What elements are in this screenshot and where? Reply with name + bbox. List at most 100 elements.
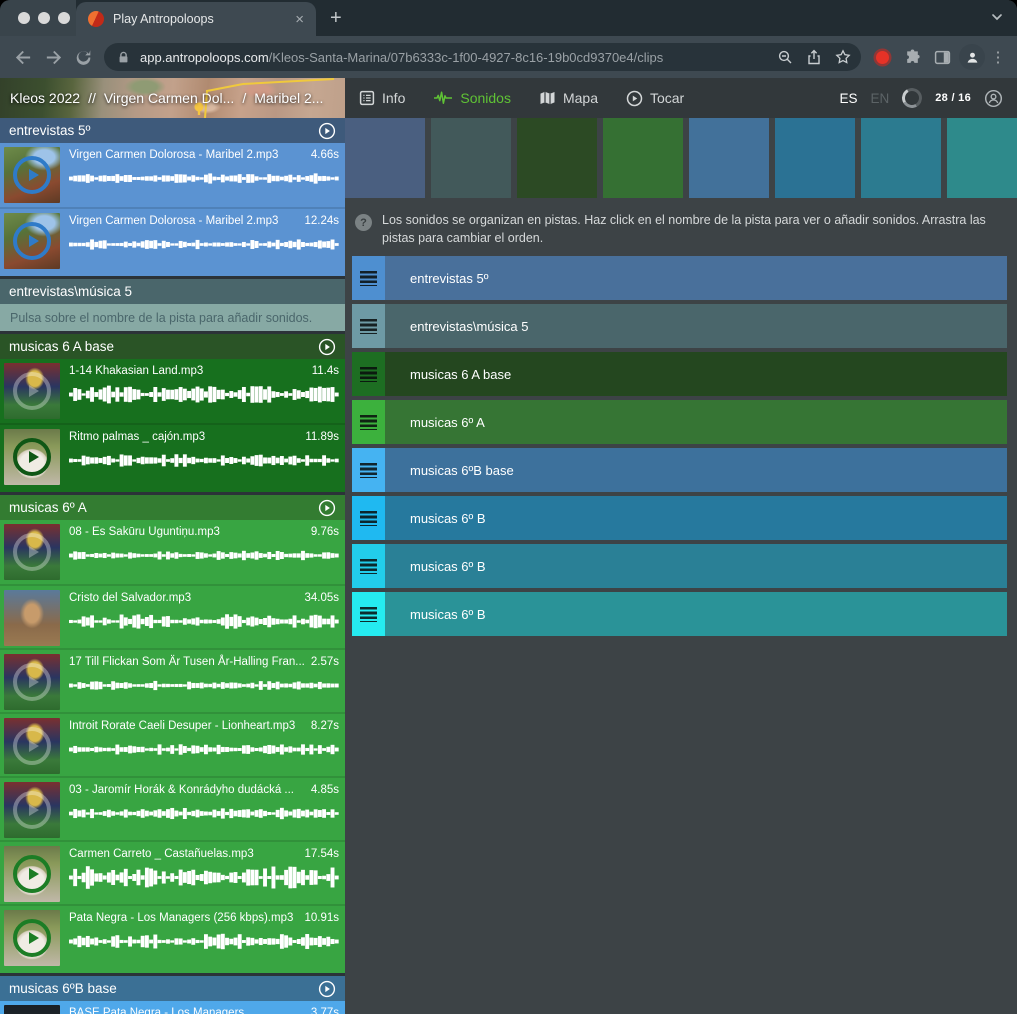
language-en[interactable]: EN [870, 91, 889, 106]
minimize-window-button[interactable] [38, 12, 50, 24]
breadcrumb-group[interactable]: Virgen Carmen Dol... [104, 90, 234, 106]
tab-mapa[interactable]: Mapa [539, 90, 598, 106]
track-name[interactable]: musicas 6º A [385, 400, 1007, 444]
track-name[interactable]: entrevistas 5º [385, 256, 1007, 300]
track-color-swatch[interactable] [947, 118, 1017, 198]
track-row[interactable]: musicas 6ºB base [352, 448, 1007, 492]
clip-play-button[interactable] [13, 727, 51, 765]
track-row[interactable]: musicas 6º B [352, 592, 1007, 636]
play-track-button[interactable] [318, 499, 336, 517]
track-name[interactable]: musicas 6ºB base [385, 448, 1007, 492]
site-favicon-icon [88, 11, 104, 27]
clip-play-button[interactable] [13, 663, 51, 701]
profile-avatar[interactable] [957, 42, 987, 72]
clip-play-button[interactable] [13, 438, 51, 476]
track-section-header[interactable]: musicas 6 A base [0, 334, 345, 359]
clip-item[interactable]: Virgen Carmen Dolorosa - Maribel 2.mp312… [0, 207, 345, 271]
clip-play-button[interactable] [13, 156, 51, 194]
track-drag-handle[interactable] [352, 592, 385, 636]
track-drag-handle[interactable] [352, 544, 385, 588]
track-name[interactable]: entrevistas\música 5 [385, 304, 1007, 348]
play-track-button[interactable] [318, 980, 336, 998]
track-color-swatch[interactable] [689, 118, 769, 198]
track-color-swatch[interactable] [861, 118, 941, 198]
track-drag-handle[interactable] [352, 400, 385, 444]
clip-play-button[interactable] [13, 372, 51, 410]
clip-item[interactable]: Virgen Carmen Dolorosa - Maribel 2.mp34.… [0, 143, 345, 207]
track-section-header[interactable]: entrevistas\música 5 [0, 279, 345, 304]
tab-close-icon[interactable]: × [295, 12, 304, 27]
track-drag-handle[interactable] [352, 496, 385, 540]
breadcrumb[interactable]: Kleos 2022 // Virgen Carmen Dol... / Mar… [0, 78, 345, 118]
dog-photo-thumbnail [4, 429, 60, 485]
side-panel-icon[interactable] [927, 42, 957, 72]
track-row[interactable]: musicas 6 A base [352, 352, 1007, 396]
track-row[interactable]: entrevistas\música 5 [352, 304, 1007, 348]
clip-waveform [69, 930, 339, 953]
close-window-button[interactable] [18, 12, 30, 24]
track-name[interactable]: musicas 6 A base [385, 352, 1007, 396]
browser-menu-icon[interactable]: ⋮ [987, 42, 1009, 72]
track-name[interactable]: musicas 6º B [385, 544, 1007, 588]
track-color-swatch[interactable] [603, 118, 683, 198]
clip-item[interactable]: 17 Till Flickan Som Är Tusen År-Halling … [0, 648, 345, 712]
breadcrumb-item[interactable]: Maribel 2... [254, 90, 323, 106]
track-section-header[interactable]: musicas 6º A [0, 495, 345, 520]
account-icon[interactable] [984, 89, 1003, 108]
play-track-button[interactable] [318, 122, 336, 140]
clip-item[interactable]: Cristo del Salvador.mp334.05s [0, 584, 345, 648]
browser-tab[interactable]: Play Antropoloops × [76, 2, 316, 36]
track-color-swatch[interactable] [431, 118, 511, 198]
track-color-swatch[interactable] [517, 118, 597, 198]
track-section-header[interactable]: entrevistas 5º [0, 118, 345, 143]
track-drag-handle[interactable] [352, 352, 385, 396]
play-track-button[interactable] [318, 338, 336, 356]
clip-body: Cristo del Salvador.mp334.05s [69, 590, 339, 648]
tab-sonidos[interactable]: Sonidos [433, 90, 511, 106]
football-photo-thumbnail [4, 363, 60, 419]
url-bar[interactable]: app.antropoloops.com/Kleos-Santa-Marina/… [104, 43, 861, 71]
track-name[interactable]: musicas 6º B [385, 496, 1007, 540]
track-drag-handle[interactable] [352, 304, 385, 348]
reload-icon[interactable] [68, 42, 98, 72]
clip-play-button[interactable] [13, 919, 51, 957]
clip-item[interactable]: 1-14 Khakasian Land.mp311.4s [0, 359, 345, 423]
bookmark-star-icon[interactable] [835, 49, 851, 65]
tab-tocar[interactable]: Tocar [626, 90, 684, 107]
clip-body: Introit Rorate Caeli Desuper - Lionheart… [69, 718, 339, 776]
clip-item[interactable]: 08 - Es Sakūru Uguntiņu.mp39.76s [0, 520, 345, 584]
track-name[interactable]: musicas 6º B [385, 592, 1007, 636]
track-color-swatch[interactable] [345, 118, 425, 198]
track-row[interactable]: entrevistas 5º [352, 256, 1007, 300]
clip-item[interactable]: Pata Negra - Los Managers (256 kbps).mp3… [0, 904, 345, 968]
clip-play-button[interactable] [13, 791, 51, 829]
new-tab-button[interactable]: + [330, 0, 342, 36]
forward-icon[interactable] [38, 42, 68, 72]
clip-item[interactable]: BASE Pata Negra - Los Managers3.77s [0, 1001, 345, 1014]
record-extension-icon[interactable] [867, 42, 897, 72]
clip-item[interactable]: Introit Rorate Caeli Desuper - Lionheart… [0, 712, 345, 776]
back-icon[interactable] [8, 42, 38, 72]
track-drag-handle[interactable] [352, 256, 385, 300]
tab-info[interactable]: Info [359, 90, 405, 106]
share-icon[interactable] [806, 49, 822, 65]
clip-item[interactable]: Ritmo palmas _ cajón.mp311.89s [0, 423, 345, 487]
track-row[interactable]: musicas 6º B [352, 496, 1007, 540]
clip-play-button[interactable] [13, 855, 51, 893]
track-row[interactable]: musicas 6º B [352, 544, 1007, 588]
zoom-out-icon[interactable] [777, 49, 793, 65]
track-drag-handle[interactable] [352, 448, 385, 492]
language-es[interactable]: ES [839, 91, 857, 106]
track-row[interactable]: musicas 6º A [352, 400, 1007, 444]
clip-duration: 4.85s [311, 782, 339, 798]
track-color-swatch[interactable] [775, 118, 855, 198]
tab-search-chevron-icon[interactable] [989, 9, 1005, 25]
track-section-header[interactable]: musicas 6ºB base [0, 976, 345, 1001]
zoom-window-button[interactable] [58, 12, 70, 24]
clip-play-button[interactable] [13, 222, 51, 260]
breadcrumb-project[interactable]: Kleos 2022 [10, 90, 80, 106]
clip-item[interactable]: 03 - Jaromír Horák & Konrádyho dudácká .… [0, 776, 345, 840]
extensions-puzzle-icon[interactable] [897, 42, 927, 72]
clip-item[interactable]: Carmen Carreto _ Castañuelas.mp317.54s [0, 840, 345, 904]
clip-play-button[interactable] [13, 533, 51, 571]
